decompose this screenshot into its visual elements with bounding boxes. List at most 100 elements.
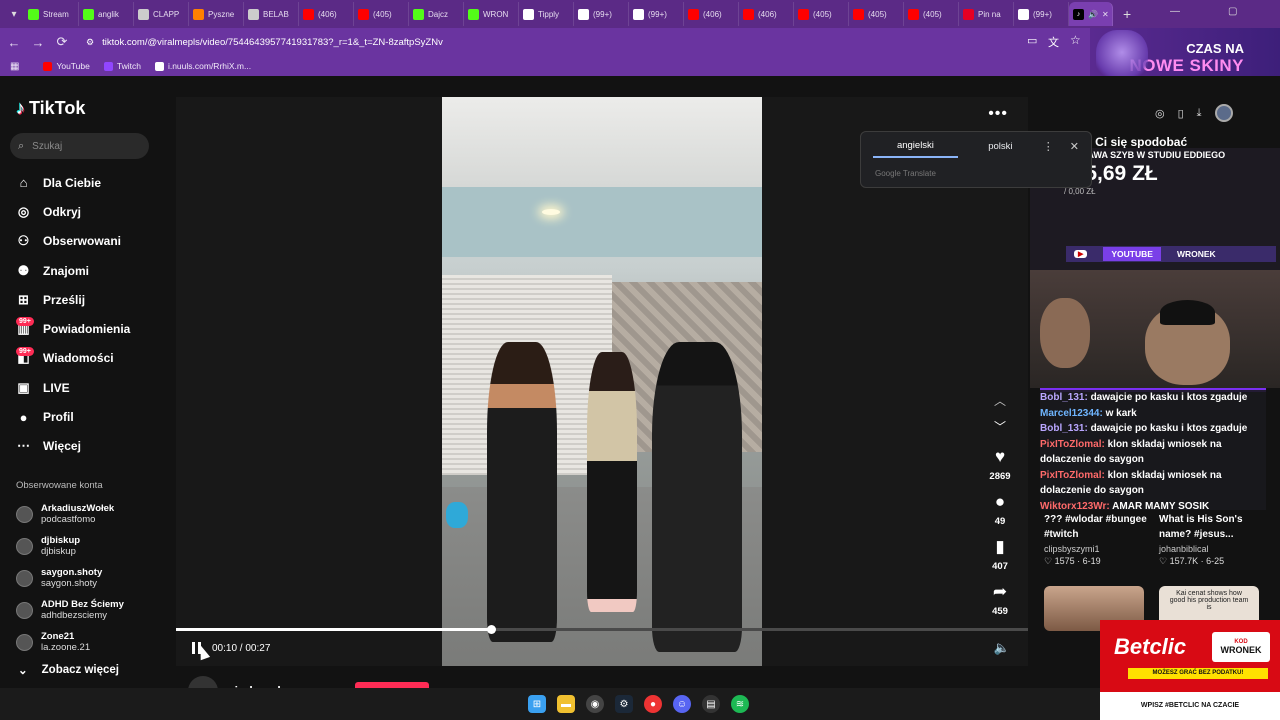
chat-message: Bobl_131: dawajcie po kasku i ktos zgadu…	[1040, 390, 1266, 406]
following-accounts: ArkadiuszWołek podcastfomo djbiskup djbisku…	[16, 498, 124, 658]
apps-grid-icon[interactable]: ▦	[10, 61, 19, 72]
coins-icon[interactable]: ◎	[1155, 107, 1165, 120]
tab-speaker-icon[interactable]: 🔊	[1088, 10, 1098, 19]
sidebar-item-prześlij[interactable]: ⊞ Prześlij	[16, 285, 130, 314]
sidebar-item-dla-ciebie[interactable]: ⌂ Dla Ciebie	[16, 168, 130, 197]
previous-video-icon[interactable]: ︿	[994, 387, 1006, 413]
sidebar-item-live[interactable]: ▣ LIVE	[16, 373, 130, 402]
followed-account[interactable]: saygon.shoty saygon.shoty	[16, 562, 124, 594]
screen-cast-icon[interactable]: ▭	[1027, 34, 1037, 47]
sidebar-item-więcej[interactable]: ⋯ Więcej	[16, 432, 130, 461]
windows-start-icon[interactable]: ⊞	[528, 695, 546, 713]
app-icon[interactable]: ▤	[702, 695, 720, 713]
next-video-icon[interactable]: ﹀	[994, 413, 1006, 439]
browser-tab[interactable]: (405)	[904, 2, 959, 26]
volume-icon[interactable]: 🔈	[994, 640, 1010, 656]
discord-icon[interactable]: ☺	[673, 695, 691, 713]
browser-tab[interactable]: (405)	[354, 2, 409, 26]
browser-tab[interactable]: (406)	[299, 2, 354, 26]
promo-code: WRONEK	[1220, 645, 1262, 655]
bookmark-icon[interactable]: ▮	[995, 537, 1004, 557]
maximize-icon[interactable]: ▢	[1228, 6, 1237, 17]
more-options-icon[interactable]: •••	[988, 105, 1008, 123]
sidebar-item-obserwowani[interactable]: ⚇ Obserwowani	[16, 227, 130, 256]
file-explorer-icon[interactable]: ▬	[557, 695, 575, 713]
site-info-icon[interactable]: ⚙	[86, 37, 94, 48]
tiktok-icon	[1018, 8, 1029, 20]
new-tab-icon[interactable]: +	[1123, 6, 1131, 22]
minimize-icon[interactable]: —	[1170, 6, 1180, 17]
followed-account[interactable]: ArkadiuszWołek podcastfomo	[16, 498, 124, 530]
browser-tab[interactable]: Pyszne	[189, 2, 244, 26]
browser-tab[interactable]: Stream	[24, 2, 79, 26]
bookmark-star-icon[interactable]: ☆	[1070, 33, 1081, 47]
url-field[interactable]: ⚙ tiktok.com/@viralmepls/video/754464395…	[86, 32, 1096, 52]
search-input[interactable]: ⌕ Szukaj	[10, 133, 149, 159]
tiktok-logo[interactable]: ♪ TikTok	[16, 98, 85, 119]
browser-tab[interactable]: anglik	[79, 2, 134, 26]
browser-tab[interactable]: BELAB	[244, 2, 299, 26]
browser-tab[interactable]: (99+)	[574, 2, 629, 26]
kebab-menu-icon[interactable]: ⋮	[1043, 140, 1054, 153]
browser-tab[interactable]: (99+)	[1014, 2, 1069, 26]
see-more-button[interactable]: ⌄ Zobacz więcej	[18, 663, 119, 677]
profile-icon: ●	[19, 409, 28, 425]
tab-active[interactable]: ♪ 🔊 ✕	[1069, 2, 1113, 26]
sidebar-item-powiadomienia[interactable]: ▥ 99+ Powiadomienia	[16, 314, 130, 343]
browser-tab[interactable]: Dajcz	[409, 2, 464, 26]
browser-tab[interactable]: (405)	[794, 2, 849, 26]
tiktok-page: ♪ TikTok ⌕ Szukaj ⌂ Dla Ciebie ◎ Odkryj ⚇ Obs…	[0, 76, 1280, 706]
card-likes: 1575	[1054, 556, 1075, 566]
comment-icon[interactable]: ●	[995, 492, 1005, 512]
bookmark-item[interactable]: YouTube	[43, 61, 90, 71]
globe-icon	[248, 8, 259, 20]
browser-tab[interactable]: Pin na	[959, 2, 1014, 26]
like-icon[interactable]: ♥	[995, 447, 1005, 467]
browser-tab[interactable]: (405)	[849, 2, 904, 26]
browser-tab[interactable]: (99+)	[629, 2, 684, 26]
sidebar-item-label: Profil	[43, 410, 74, 425]
followed-account[interactable]: ADHD Bez Ściemy adhdbezsciemy	[16, 594, 124, 626]
sidebar-item-wiadomości[interactable]: ◧ 99+ Wiadomości	[16, 344, 130, 373]
betclic-ad[interactable]: Betclic KOD WRONEK MOŻESZ GRAĆ BEZ PODAT…	[1100, 620, 1280, 720]
browser-tab[interactable]: (406)	[739, 2, 794, 26]
reload-icon[interactable]: ⟳	[50, 34, 74, 50]
notification-badge: 99+	[16, 346, 34, 356]
browser-tab[interactable]: CLAPP	[134, 2, 189, 26]
video-card[interactable]: ??? #wlodar #bungee #twitch clipsbyszymi…	[1044, 512, 1148, 567]
browser-tab[interactable]: WRON	[464, 2, 519, 26]
browser-tab[interactable]: (406)	[684, 2, 739, 26]
chrome-icon[interactable]: ●	[644, 695, 662, 713]
tab-label: BELAB	[263, 9, 289, 19]
progress-bar[interactable]	[176, 625, 1028, 634]
bookmark-favicon-icon	[154, 61, 164, 71]
followed-account[interactable]: Zone21 la.zoone.21	[16, 626, 124, 658]
bookmark-item[interactable]: Twitch	[103, 61, 141, 71]
translate-icon[interactable]: 文	[1048, 34, 1059, 50]
tab-label: (99+)	[593, 9, 612, 19]
download-icon[interactable]: ⤓	[1197, 107, 1202, 120]
spotify-icon[interactable]: ≋	[731, 695, 749, 713]
translate-tab-target[interactable]: polski	[958, 136, 1043, 157]
sidebar-item-profil[interactable]: ● Profil	[16, 402, 130, 431]
close-icon[interactable]: ✕	[1070, 140, 1079, 153]
translate-tab-source[interactable]: angielski	[873, 135, 958, 158]
browser-tab[interactable]: Tipply	[519, 2, 574, 26]
sidebar-item-odkryj[interactable]: ◎ Odkryj	[16, 197, 130, 226]
tab-close-icon[interactable]: ✕	[1102, 10, 1109, 19]
video-frame[interactable]	[442, 97, 762, 666]
tab-search-chevron-icon[interactable]: ▾	[4, 4, 24, 24]
video-card[interactable]: What is His Son's name? #jesus... johanb…	[1159, 512, 1263, 567]
sidebar-item-znajomi[interactable]: ⚉ Znajomi	[16, 256, 130, 285]
tab-label: (99+)	[648, 9, 667, 19]
followed-account[interactable]: djbiskup djbiskup	[16, 530, 124, 562]
steam-icon[interactable]: ⚙	[615, 695, 633, 713]
share-icon[interactable]: ➦	[993, 582, 1007, 602]
obs-icon[interactable]: ◉	[586, 695, 604, 713]
twitch-label: WRONEK	[1176, 249, 1216, 259]
user-avatar[interactable]	[1214, 104, 1233, 122]
bookmark-item[interactable]: i.nuuls.com/RrhiX.m...	[154, 61, 251, 71]
forward-icon[interactable]: →	[26, 35, 50, 50]
device-icon[interactable]: ▯	[1178, 107, 1184, 120]
back-icon[interactable]: ←	[2, 35, 26, 50]
